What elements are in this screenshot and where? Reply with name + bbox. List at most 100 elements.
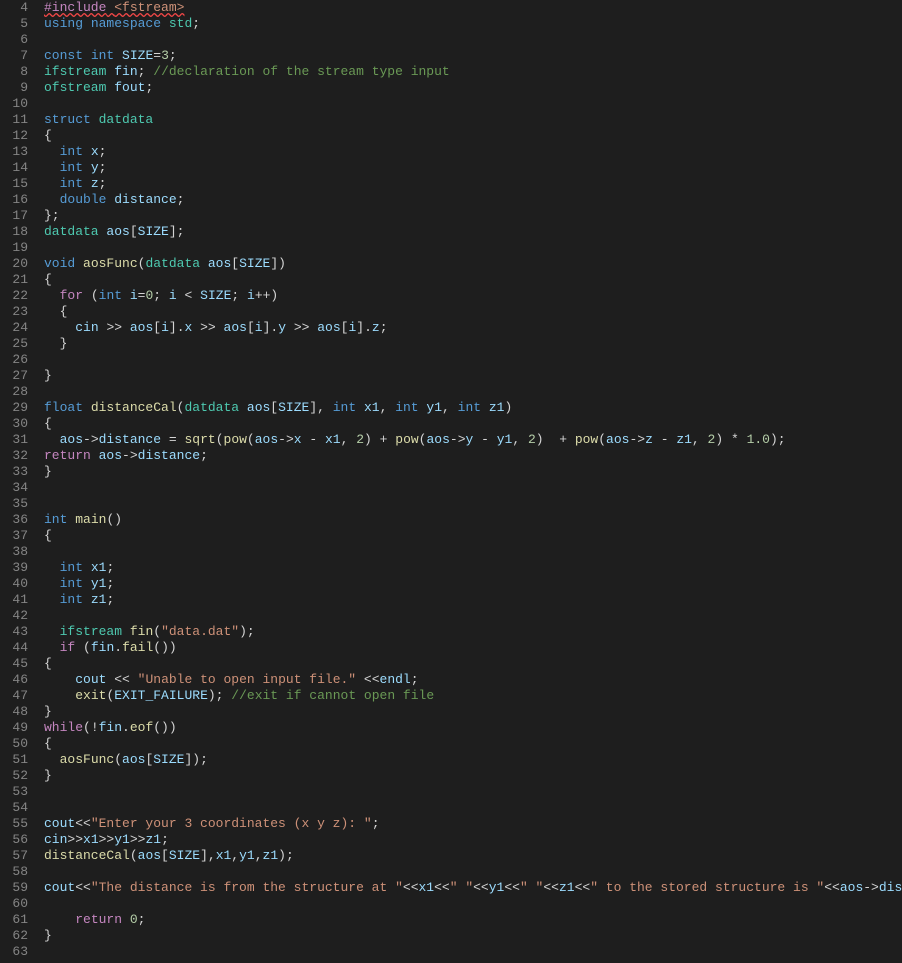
code-line[interactable] [44,608,902,624]
code-line[interactable] [44,784,902,800]
line-number: 41 [0,592,28,608]
code-line[interactable]: return 0; [44,912,902,928]
code-line[interactable]: int x1; [44,560,902,576]
code-line[interactable]: ifstream fin("data.dat"); [44,624,902,640]
code-line[interactable]: { [44,416,902,432]
code-line[interactable]: exit(EXIT_FAILURE); //exit if cannot ope… [44,688,902,704]
code-line[interactable]: }; [44,208,902,224]
line-number: 20 [0,256,28,272]
line-number: 12 [0,128,28,144]
code-line[interactable]: { [44,272,902,288]
code-line[interactable] [44,240,902,256]
line-number: 5 [0,16,28,32]
code-line[interactable]: while(!fin.eof()) [44,720,902,736]
line-number: 21 [0,272,28,288]
code-line[interactable]: { [44,656,902,672]
line-number: 18 [0,224,28,240]
line-number: 24 [0,320,28,336]
code-line[interactable]: for (int i=0; i < SIZE; i++) [44,288,902,304]
line-number: 38 [0,544,28,560]
line-number: 26 [0,352,28,368]
line-number: 60 [0,896,28,912]
line-number: 8 [0,64,28,80]
code-line[interactable]: } [44,368,902,384]
code-line[interactable]: } [44,464,902,480]
line-number: 61 [0,912,28,928]
code-line[interactable]: { [44,528,902,544]
code-line[interactable]: int y; [44,160,902,176]
line-number: 55 [0,816,28,832]
code-line[interactable]: ifstream fin; //declaration of the strea… [44,64,902,80]
code-line[interactable]: int z; [44,176,902,192]
line-number: 17 [0,208,28,224]
code-line[interactable] [44,480,902,496]
code-editor[interactable]: 4567891011121314151617181920212223242526… [0,0,902,963]
code-line[interactable]: if (fin.fail()) [44,640,902,656]
code-line[interactable] [44,896,902,912]
line-number: 51 [0,752,28,768]
code-line[interactable] [44,32,902,48]
code-line[interactable]: int z1; [44,592,902,608]
code-line[interactable]: } [44,928,902,944]
line-number: 7 [0,48,28,64]
code-line[interactable]: cout<<"The distance is from the structur… [44,880,902,896]
code-line[interactable] [44,800,902,816]
code-line[interactable] [44,96,902,112]
line-number: 22 [0,288,28,304]
code-line[interactable]: int y1; [44,576,902,592]
code-area[interactable]: #include <fstream>using namespace std; co… [38,0,902,963]
code-line[interactable]: cin>>x1>>y1>>z1; [44,832,902,848]
line-number: 47 [0,688,28,704]
line-number: 11 [0,112,28,128]
line-number: 23 [0,304,28,320]
code-line[interactable] [44,352,902,368]
code-line[interactable]: aos->distance = sqrt(pow(aos->x - x1, 2)… [44,432,902,448]
line-number: 37 [0,528,28,544]
line-number: 31 [0,432,28,448]
line-number: 14 [0,160,28,176]
code-line[interactable] [44,944,902,960]
code-line[interactable]: } [44,704,902,720]
code-line[interactable]: } [44,336,902,352]
line-number: 32 [0,448,28,464]
code-line[interactable]: { [44,128,902,144]
code-line[interactable]: float distanceCal(datdata aos[SIZE], int… [44,400,902,416]
code-line[interactable]: double distance; [44,192,902,208]
line-number: 19 [0,240,28,256]
code-line[interactable]: cin >> aos[i].x >> aos[i].y >> aos[i].z; [44,320,902,336]
line-number: 6 [0,32,28,48]
line-number: 35 [0,496,28,512]
code-line[interactable]: struct datdata [44,112,902,128]
code-line[interactable]: datdata aos[SIZE]; [44,224,902,240]
line-number: 52 [0,768,28,784]
code-line[interactable]: const int SIZE=3; [44,48,902,64]
line-number: 43 [0,624,28,640]
line-number: 30 [0,416,28,432]
line-number: 63 [0,944,28,960]
code-line[interactable]: void aosFunc(datdata aos[SIZE]) [44,256,902,272]
line-number: 59 [0,880,28,896]
line-number: 10 [0,96,28,112]
code-line[interactable]: } [44,768,902,784]
code-line[interactable]: ofstream fout; [44,80,902,96]
code-line[interactable]: distanceCal(aos[SIZE],x1,y1,z1); [44,848,902,864]
line-number: 44 [0,640,28,656]
code-line[interactable] [44,864,902,880]
line-number: 36 [0,512,28,528]
code-line[interactable]: { [44,304,902,320]
line-number: 62 [0,928,28,944]
code-line[interactable]: cout << "Unable to open input file." <<e… [44,672,902,688]
code-line[interactable]: { [44,736,902,752]
code-line[interactable]: int x; [44,144,902,160]
code-line[interactable]: #include <fstream> [44,0,902,16]
line-number: 39 [0,560,28,576]
code-line[interactable] [44,544,902,560]
code-line[interactable]: return aos->distance; [44,448,902,464]
code-line[interactable]: int main() [44,512,902,528]
code-line[interactable]: aosFunc(aos[SIZE]); [44,752,902,768]
code-line[interactable] [44,496,902,512]
code-line[interactable]: using namespace std; [44,16,902,32]
line-number: 50 [0,736,28,752]
code-line[interactable]: cout<<"Enter your 3 coordinates (x y z):… [44,816,902,832]
code-line[interactable] [44,384,902,400]
